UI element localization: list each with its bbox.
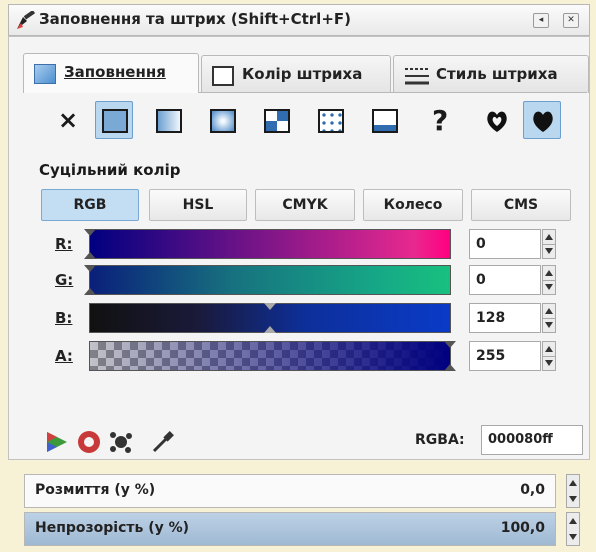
tab-fill-label: Заповнення [64,63,166,81]
b-slider[interactable] [89,303,451,333]
a-marker-bottom[interactable] [444,364,456,371]
fill-stroke-panel: Заповнення Колір штриха Стиль штриха × ? [8,36,590,460]
question-icon: ? [432,104,449,137]
rgba-input[interactable]: 000080ff [481,425,583,455]
restore-button[interactable]: ◂ [533,13,549,28]
blur-slider[interactable]: Розмиття (у %) 0,0 [24,474,556,508]
b-marker-top[interactable] [264,303,276,310]
b-marker-bottom[interactable] [264,326,276,333]
fill-stroke-icon [17,11,36,29]
fill-radial-gradient-button[interactable] [203,101,241,139]
b-spin-button[interactable] [542,303,556,333]
pattern-icon [318,109,344,133]
evenodd-icon [487,111,507,132]
fill-flat-button[interactable] [95,101,133,139]
r-marker-bottom[interactable] [84,252,96,259]
r-marker-top[interactable] [84,229,96,236]
opacity-value: 100,0 [500,520,545,536]
eyedropper-icon[interactable] [149,429,177,455]
opacity-slider[interactable]: Непрозорість (у %) 100,0 [24,512,556,546]
fill-rule-evenodd-button[interactable] [477,101,515,139]
fill-icon [34,64,56,84]
channel-r-label: R: [55,235,73,253]
g-marker-bottom[interactable] [84,288,96,295]
g-marker-top[interactable] [84,265,96,272]
tab-fill[interactable]: Заповнення [23,53,199,93]
b-value-field[interactable]: 128 [469,303,541,333]
blur-label: Розмиття (у %) [35,482,156,498]
fill-unset-button[interactable]: ? [421,101,459,139]
fill-linear-gradient-button[interactable] [149,101,187,139]
out-of-gamut-icon[interactable] [75,429,103,455]
stroke-style-icon [405,68,429,85]
fill-none-button[interactable]: × [47,101,85,139]
window-title: Заповнення та штрих (Shift+Ctrl+F) [39,10,351,28]
channel-b-label: B: [55,309,73,327]
radial-gradient-icon [210,109,236,133]
too-much-ink-icon[interactable] [107,429,135,455]
mode-wheel-button[interactable]: Колесо [363,189,463,221]
a-slider[interactable] [89,341,456,371]
rgba-label: RGBA: [415,432,465,448]
g-value-field[interactable]: 0 [469,265,541,295]
stroke-paint-icon [212,66,234,86]
flat-color-icon [102,109,128,133]
tab-stroke-paint-label: Колір штриха [242,65,363,83]
section-heading: Суцільний колір [39,161,181,179]
opacity-label: Непрозорість (у %) [35,520,190,536]
blur-spin-button[interactable] [566,474,580,508]
linear-gradient-icon [156,109,182,133]
color-managed-icon[interactable] [43,429,71,455]
tab-stroke-paint[interactable]: Колір штриха [201,55,391,93]
r-spin-button[interactable] [542,229,556,259]
channel-g-label: G: [55,271,74,289]
fill-swatch-button[interactable] [365,101,403,139]
a-spin-button[interactable] [542,341,556,371]
close-button[interactable]: ✕ [563,13,579,28]
title-bar: Заповнення та штрих (Shift+Ctrl+F) ◂ ✕ [8,4,590,36]
r-slider[interactable] [84,229,451,259]
a-marker-top[interactable] [444,341,456,348]
fill-rule-nonzero-button[interactable] [523,101,561,139]
mode-rgb-button[interactable]: RGB [41,189,139,221]
mesh-gradient-icon [264,109,290,133]
channel-a-label: A: [55,347,73,365]
mode-cmyk-button[interactable]: CMYK [255,189,355,221]
tab-stroke-style[interactable]: Стиль штриха [393,55,589,93]
mode-hsl-button[interactable]: HSL [149,189,247,221]
blur-value: 0,0 [520,482,545,498]
fill-mesh-button[interactable] [257,101,295,139]
g-spin-button[interactable] [542,265,556,295]
a-value-field[interactable]: 255 [469,341,541,371]
r-value-field[interactable]: 0 [469,229,541,259]
opacity-spin-button[interactable] [566,512,580,546]
g-slider[interactable] [84,265,451,295]
swatch-icon [372,109,398,133]
fill-pattern-button[interactable] [311,101,349,139]
nonzero-icon [533,111,553,132]
no-paint-icon: × [58,106,79,134]
mode-cms-button[interactable]: CMS [471,189,571,221]
tab-stroke-style-label: Стиль штриха [436,65,558,83]
